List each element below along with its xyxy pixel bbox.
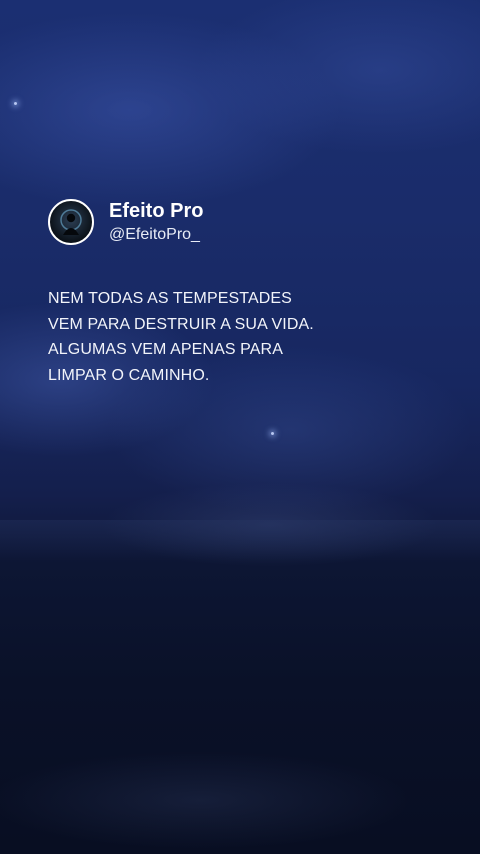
post-text-line: VEM PARA DESTRUIR A SUA VIDA.	[48, 315, 314, 333]
horizon-glow	[0, 520, 480, 560]
post-author-header[interactable]: Efeito Pro @EfeitoPro_	[48, 199, 203, 245]
storm-sky-background	[0, 0, 480, 854]
post-text-line: NEM TODAS AS TEMPESTADES	[48, 290, 292, 307]
post-text: NEM TODAS AS TEMPESTADES VEM PARA DESTRU…	[48, 286, 448, 388]
star-sparkle	[271, 432, 274, 435]
star-sparkle	[14, 102, 17, 105]
author-handle: @EfeitoPro_	[109, 226, 200, 243]
author-display-name: Efeito Pro	[109, 200, 204, 222]
post-text-line: ALGUMAS VEM APENAS PARA	[48, 341, 283, 358]
post-text-line: LIMPAR O CAMINHO.	[48, 366, 210, 384]
avatar[interactable]	[48, 199, 94, 245]
author-names: Efeito Pro @EfeitoPro_	[109, 199, 203, 245]
person-silhouette-icon	[60, 209, 82, 235]
